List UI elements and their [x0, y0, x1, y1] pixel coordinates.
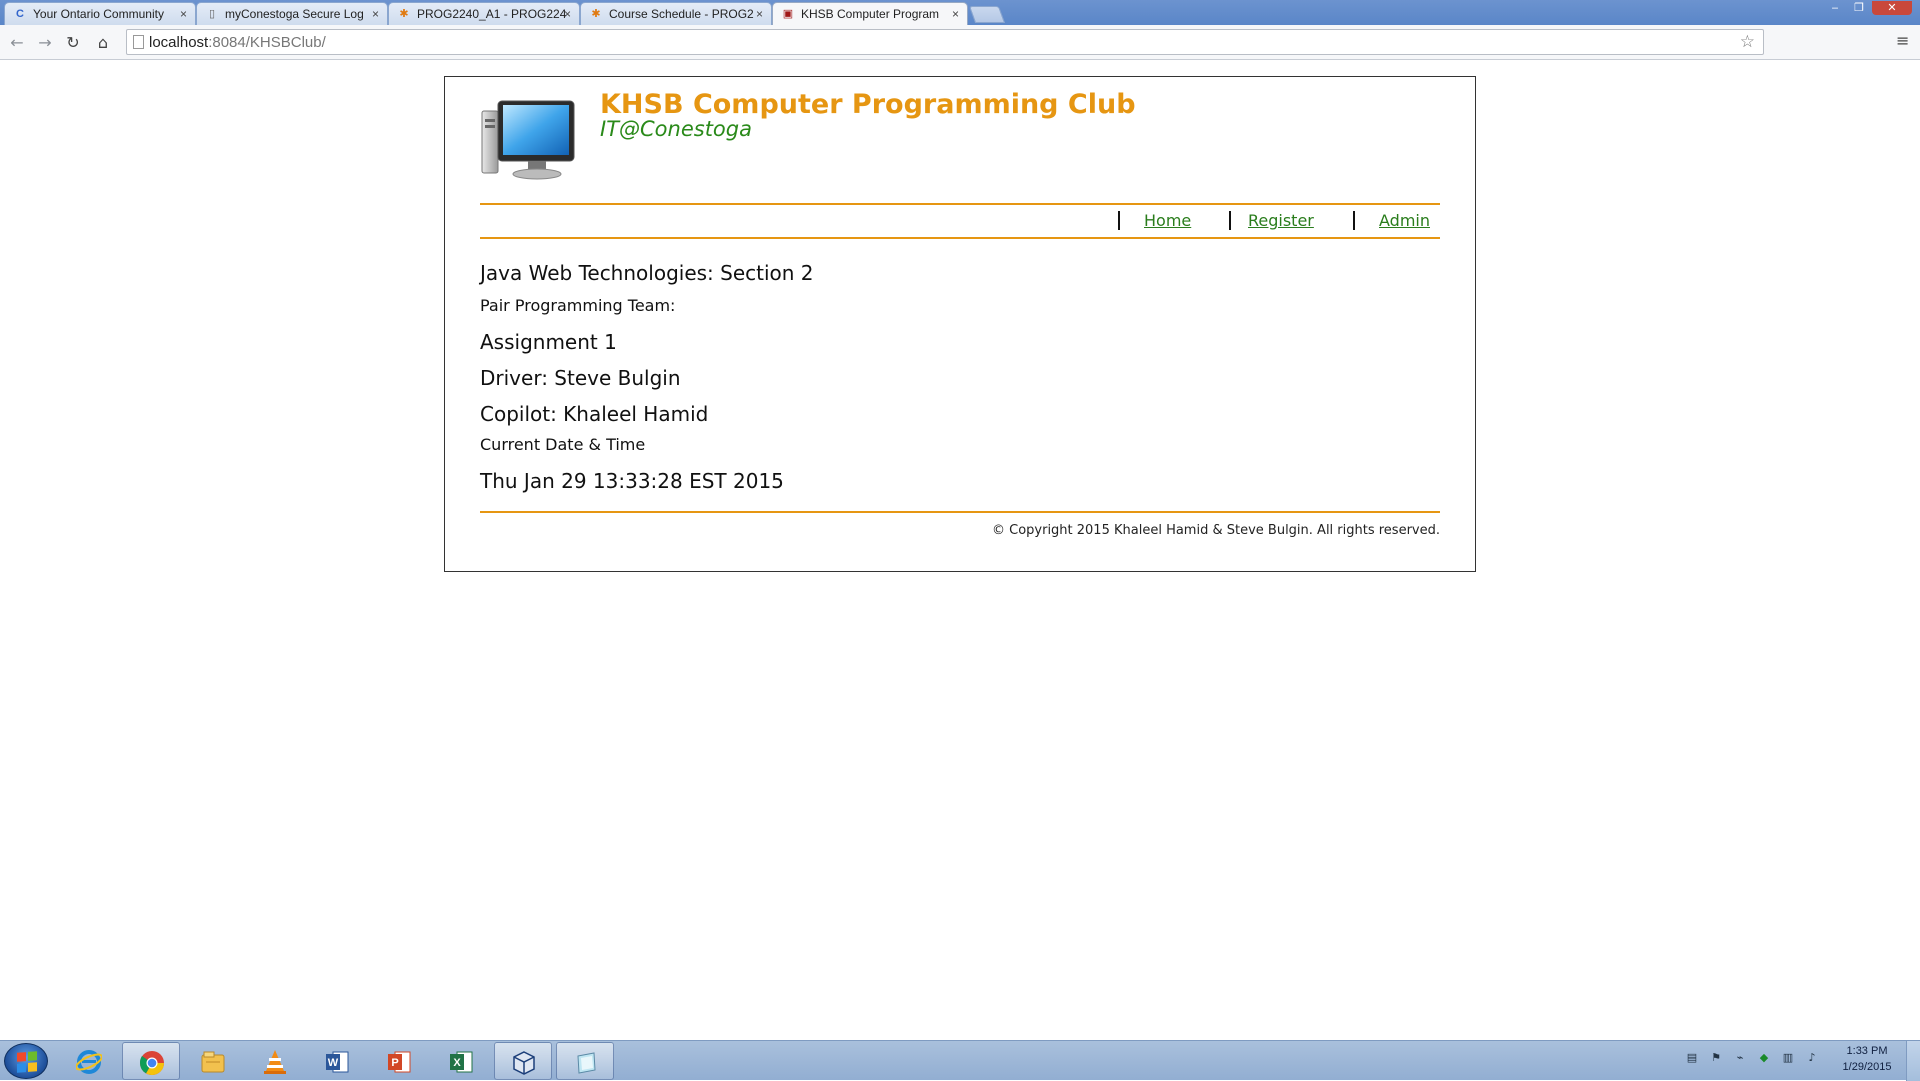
team-label: Pair Programming Team: — [480, 296, 676, 315]
driver-line: Driver: Steve Bulgin — [480, 366, 681, 390]
bookmark-star-icon[interactable]: ☆ — [1740, 32, 1755, 52]
url-text[interactable]: localhost:8084/KHSBClub/ — [149, 34, 326, 51]
restore-icon[interactable]: ❐ — [1848, 1, 1870, 15]
nav-home-link[interactable]: Home — [1144, 211, 1191, 230]
close-window-icon[interactable]: ✕ — [1872, 1, 1912, 15]
course-heading: Java Web Technologies: Section 2 — [480, 261, 814, 285]
new-tab-button[interactable] — [968, 6, 1006, 23]
svg-text:W: W — [328, 1057, 339, 1069]
copyright-notice: © Copyright 2015 Khaleel Hamid & Steve B… — [991, 523, 1440, 538]
tab-close-icon[interactable]: × — [756, 3, 763, 25]
powerpoint-icon: P — [388, 1051, 411, 1073]
svg-text:X: X — [453, 1057, 461, 1069]
tab-label: myConestoga Secure Log — [225, 7, 364, 21]
nav-separator — [1353, 211, 1355, 230]
notepad-icon — [577, 1052, 596, 1074]
tab-close-icon[interactable]: × — [372, 3, 379, 25]
browser-tab-strip: C Your Ontario Community × ▯ myConestoga… — [0, 0, 1920, 25]
taskbar-internet-explorer[interactable] — [60, 1042, 118, 1080]
taskbar-notepad[interactable] — [556, 1042, 614, 1080]
copilot-line: Copilot: Khaleel Hamid — [480, 402, 709, 426]
clock-time[interactable]: 1:33 PM — [1838, 1045, 1896, 1057]
taskbar-word[interactable]: W — [308, 1042, 366, 1080]
tab-label: KHSB Computer Program — [801, 7, 940, 21]
flag-icon[interactable]: ⚑ — [1709, 1051, 1723, 1065]
taskbar-vlc[interactable] — [246, 1042, 304, 1080]
url-host: localhost — [149, 34, 209, 51]
reload-icon[interactable]: ↻ — [62, 32, 84, 54]
taskbar-chrome[interactable] — [122, 1042, 180, 1080]
internet-explorer-icon — [76, 1050, 102, 1074]
chrome-icon — [139, 1051, 164, 1076]
tab-course-schedule[interactable]: ✱ Course Schedule - PROG2 × — [580, 2, 772, 25]
show-desktop-button[interactable] — [1906, 1041, 1920, 1081]
site-title: KHSB Computer Programming Club — [600, 89, 1136, 120]
chrome-menu-icon[interactable]: ≡ — [1896, 31, 1909, 50]
conestoga-favicon-icon: ✱ — [591, 8, 601, 20]
clock-date[interactable]: 1/29/2015 — [1838, 1061, 1896, 1073]
site-container: KHSB Computer Programming Club IT@Conest… — [444, 76, 1476, 572]
tab-ontario-community[interactable]: C Your Ontario Community × — [4, 2, 196, 25]
tab-label: Your Ontario Community — [33, 7, 164, 21]
page-icon — [133, 35, 144, 49]
forward-arrow-icon[interactable]: → — [34, 32, 56, 54]
vlc-icon — [264, 1050, 286, 1074]
volume-icon[interactable]: ♪ — [1805, 1051, 1819, 1065]
windows-taskbar: W P X ▤ ⚑ ⌁ ◆ ▥ ♪ 1:33 PM 1/29/2015 — [0, 1040, 1920, 1081]
khsb-favicon-icon: ▣ — [782, 8, 794, 20]
url-path: :8084/KHSBClub/ — [208, 34, 326, 51]
keyboard-icon[interactable]: ▤ — [1685, 1051, 1699, 1065]
excel-icon: X — [450, 1051, 473, 1073]
tab-close-icon[interactable]: × — [952, 3, 959, 25]
tab-label: Course Schedule - PROG2 — [609, 7, 754, 21]
taskbar-powerpoint[interactable]: P — [370, 1042, 428, 1080]
tab-close-icon[interactable]: × — [564, 3, 571, 25]
browser-toolbar: ← → ↻ ⌂ localhost:8084/KHSBClub/ ☆ ≡ — [0, 25, 1920, 60]
back-arrow-icon[interactable]: ← — [6, 32, 28, 54]
current-datetime: Thu Jan 29 13:33:28 EST 2015 — [480, 469, 784, 493]
tab-khsb-club[interactable]: ▣ KHSB Computer Program × — [772, 2, 968, 25]
minimize-icon[interactable]: ‒ — [1824, 1, 1846, 15]
nav-bottom-divider — [480, 237, 1440, 239]
taskbar-file-explorer[interactable] — [184, 1042, 242, 1080]
site-subtitle: IT@Conestoga — [600, 117, 752, 141]
tab-myconestoga[interactable]: ▯ myConestoga Secure Log × — [196, 2, 388, 25]
home-icon[interactable]: ⌂ — [92, 32, 114, 54]
datetime-label: Current Date & Time — [480, 435, 646, 454]
file-explorer-icon — [201, 1051, 225, 1073]
security-shield-icon[interactable]: ◆ — [1757, 1051, 1771, 1065]
tab-prog2240-a1[interactable]: ✱ PROG2240_A1 - PROG224 × — [388, 2, 580, 25]
address-bar[interactable]: localhost:8084/KHSBClub/ ☆ — [126, 29, 1764, 55]
tab-close-icon[interactable]: × — [180, 3, 187, 25]
google-favicon-icon: C — [16, 8, 24, 20]
windows-logo-icon — [17, 1051, 37, 1073]
taskbar-virtualbox[interactable] — [494, 1042, 552, 1080]
start-button[interactable] — [4, 1043, 48, 1079]
computer-logo-icon — [481, 100, 575, 180]
page-favicon-icon: ▯ — [208, 8, 216, 20]
word-icon: W — [326, 1051, 349, 1073]
nav-admin-link[interactable]: Admin — [1379, 211, 1430, 230]
tab-label: PROG2240_A1 - PROG224 — [417, 7, 567, 21]
page-viewport: KHSB Computer Programming Club IT@Conest… — [0, 60, 1920, 1040]
svg-text:P: P — [391, 1057, 398, 1069]
nav-register-link[interactable]: Register — [1248, 211, 1314, 230]
network-icon[interactable]: ▥ — [1781, 1051, 1795, 1065]
assignment-heading: Assignment 1 — [480, 330, 617, 354]
footer-divider — [480, 511, 1440, 513]
main-nav: Home Register Admin — [480, 205, 1440, 237]
virtualbox-icon — [513, 1051, 535, 1075]
taskbar-excel[interactable]: X — [432, 1042, 490, 1080]
usb-icon[interactable]: ⌁ — [1733, 1051, 1747, 1065]
nav-separator — [1118, 211, 1120, 230]
conestoga-favicon-icon: ✱ — [399, 8, 409, 20]
nav-separator — [1229, 211, 1231, 230]
